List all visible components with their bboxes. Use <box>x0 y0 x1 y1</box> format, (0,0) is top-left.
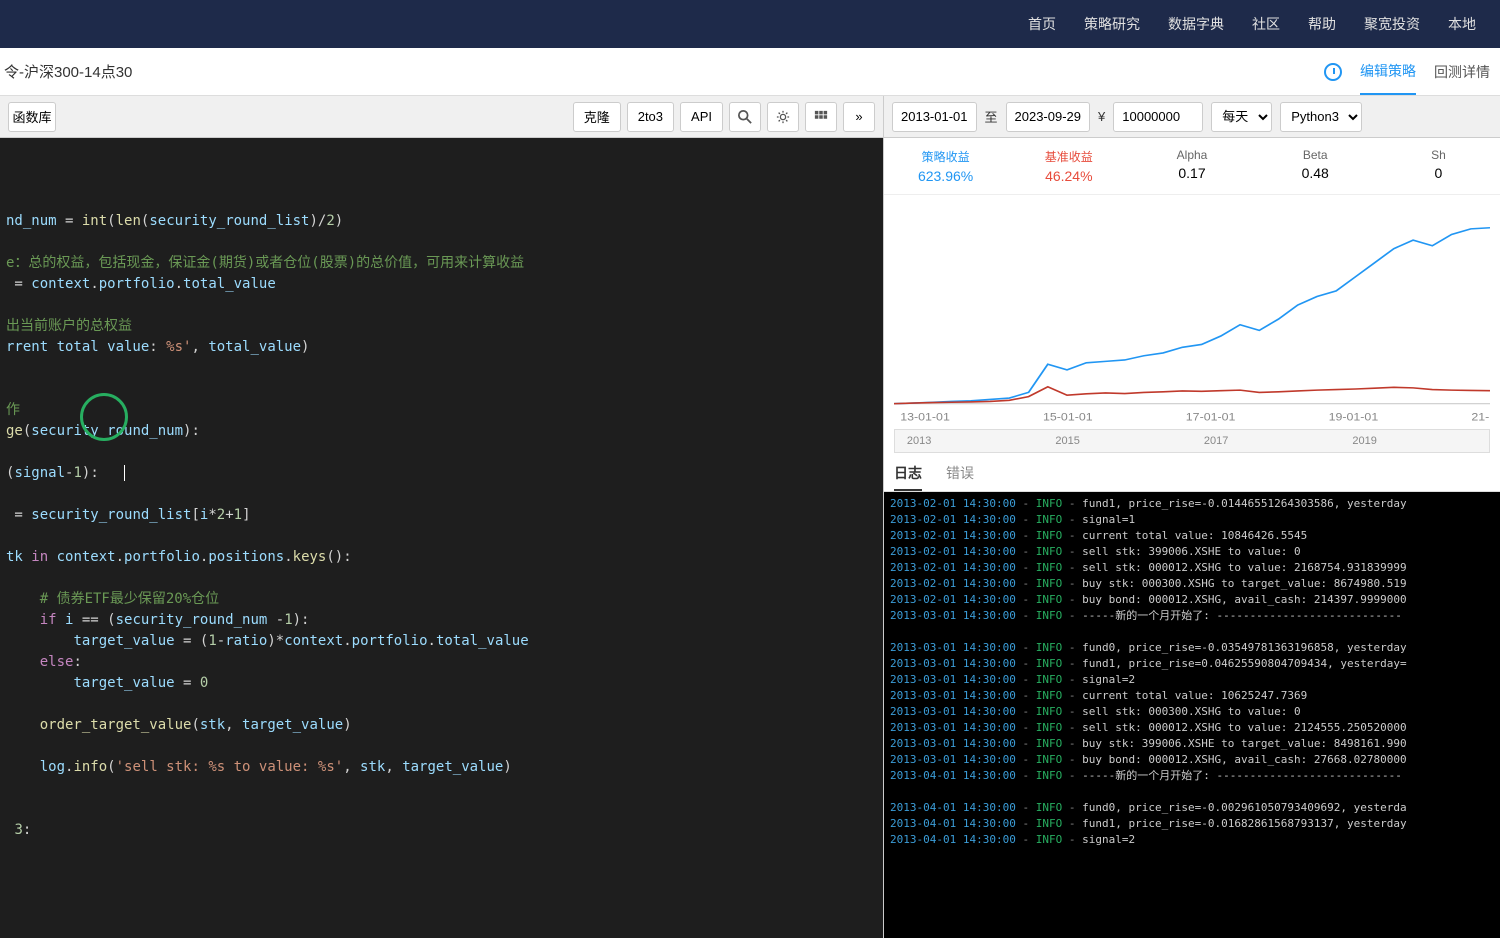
nav-research[interactable]: 策略研究 <box>1084 14 1140 34</box>
metrics-row: 策略收益623.96%基准收益46.24%Alpha0.17Beta0.48Sh… <box>884 138 1500 195</box>
svg-text:21-: 21- <box>1471 412 1489 423</box>
log-line: 2013-03-01 14:30:00 - INFO - sell stk: 0… <box>890 704 1494 720</box>
backtest-detail-tab[interactable]: 回测详情 <box>1434 62 1490 82</box>
strategy-title: 令-沪深300-14点30 <box>0 61 132 82</box>
more-icon[interactable]: » <box>843 102 875 132</box>
log-line: 2013-03-01 14:30:00 - INFO - buy bond: 0… <box>890 752 1494 768</box>
log-line: 2013-03-01 14:30:00 - INFO - fund0, pric… <box>890 640 1494 656</box>
log-line: 2013-03-01 14:30:00 - INFO - -----新的一个月开… <box>890 608 1494 624</box>
log-tab[interactable]: 日志 <box>894 463 922 491</box>
end-date-input[interactable]: 2023-09-29 <box>1006 102 1091 132</box>
log-line: 2013-04-01 14:30:00 - INFO - -----新的一个月开… <box>890 768 1494 784</box>
log-line: 2013-02-01 14:30:00 - INFO - signal=1 <box>890 512 1494 528</box>
error-tab[interactable]: 错误 <box>946 463 974 491</box>
nav-help[interactable]: 帮助 <box>1308 14 1336 34</box>
2to3-button[interactable]: 2to3 <box>627 102 674 132</box>
time-slider[interactable]: 2013201520172019 <box>894 429 1490 453</box>
log-tabs: 日志 错误 <box>884 457 1500 492</box>
start-date-input[interactable]: 2013-01-01 <box>892 102 977 132</box>
log-line: 2013-02-01 14:30:00 - INFO - current tot… <box>890 528 1494 544</box>
log-line: 2013-04-01 14:30:00 - INFO - fund0, pric… <box>890 800 1494 816</box>
svg-text:19-01-01: 19-01-01 <box>1329 412 1379 423</box>
edit-strategy-tab[interactable]: 编辑策略 <box>1360 61 1416 95</box>
top-nav: 首页 策略研究 数据字典 社区 帮助 聚宽投资 本地 <box>0 0 1500 48</box>
api-button[interactable]: API <box>680 102 723 132</box>
language-select[interactable]: Python3 <box>1280 102 1362 132</box>
nav-home[interactable]: 首页 <box>1028 14 1056 34</box>
log-line: 2013-04-01 14:30:00 - INFO - signal=2 <box>890 832 1494 848</box>
metric-item: Sh0 <box>1377 148 1500 184</box>
backtest-config: 2013-01-01 至 2023-09-29 ¥ 10000000 每天 Py… <box>884 96 1500 138</box>
log-line: 2013-03-01 14:30:00 - INFO - fund1, pric… <box>890 656 1494 672</box>
metric-item: 策略收益623.96% <box>884 148 1007 184</box>
log-line: 2013-02-01 14:30:00 - INFO - sell stk: 3… <box>890 544 1494 560</box>
log-line: 2013-03-01 14:30:00 - INFO - sell stk: 0… <box>890 720 1494 736</box>
nav-invest[interactable]: 聚宽投资 <box>1364 14 1420 34</box>
grid-icon[interactable] <box>805 102 837 132</box>
nav-data[interactable]: 数据字典 <box>1168 14 1224 34</box>
capital-input[interactable]: 10000000 <box>1113 102 1203 132</box>
metric-item: Beta0.48 <box>1254 148 1377 184</box>
metric-item: 基准收益46.24% <box>1007 148 1130 184</box>
log-line: 2013-03-01 14:30:00 - INFO - current tot… <box>890 688 1494 704</box>
log-line <box>890 784 1494 800</box>
log-line: 2013-02-01 14:30:00 - INFO - fund1, pric… <box>890 496 1494 512</box>
date-separator: 至 <box>985 107 998 126</box>
log-line: 2013-02-01 14:30:00 - INFO - sell stk: 0… <box>890 560 1494 576</box>
backtest-panel: 2013-01-01 至 2023-09-29 ¥ 10000000 每天 Py… <box>884 96 1500 938</box>
metric-item: Alpha0.17 <box>1130 148 1253 184</box>
function-lib-input[interactable] <box>8 102 56 132</box>
svg-text:13-01-01: 13-01-01 <box>900 412 950 423</box>
code-editor[interactable]: nd_num = int(len(security_round_list)/2)… <box>0 138 883 938</box>
nav-local[interactable]: 本地 <box>1448 14 1476 34</box>
svg-text:17-01-01: 17-01-01 <box>1186 412 1236 423</box>
log-line: 2013-03-01 14:30:00 - INFO - buy stk: 39… <box>890 736 1494 752</box>
search-icon[interactable] <box>729 102 761 132</box>
log-line: 2013-03-01 14:30:00 - INFO - signal=2 <box>890 672 1494 688</box>
log-line <box>890 624 1494 640</box>
log-output[interactable]: 2013-02-01 14:30:00 - INFO - fund1, pric… <box>884 492 1500 938</box>
frequency-select[interactable]: 每天 <box>1211 102 1272 132</box>
log-line: 2013-04-01 14:30:00 - INFO - fund1, pric… <box>890 816 1494 832</box>
nav-community[interactable]: 社区 <box>1252 14 1280 34</box>
clone-button[interactable]: 克隆 <box>573 102 621 132</box>
editor-toolbar: 克隆 2to3 API » <box>0 96 883 138</box>
editor-panel: 克隆 2to3 API » nd_num = int(len(security_… <box>0 96 884 938</box>
log-line: 2013-02-01 14:30:00 - INFO - buy bond: 0… <box>890 592 1494 608</box>
sub-header: 令-沪深300-14点30 编辑策略 回测详情 <box>0 48 1500 96</box>
currency-symbol: ¥ <box>1098 109 1105 124</box>
gear-icon[interactable] <box>767 102 799 132</box>
chart-area[interactable]: 13-01-01 15-01-01 17-01-01 19-01-01 21- <box>884 195 1500 425</box>
log-line: 2013-02-01 14:30:00 - INFO - buy stk: 00… <box>890 576 1494 592</box>
clock-icon[interactable] <box>1324 63 1342 81</box>
svg-text:15-01-01: 15-01-01 <box>1043 412 1093 423</box>
